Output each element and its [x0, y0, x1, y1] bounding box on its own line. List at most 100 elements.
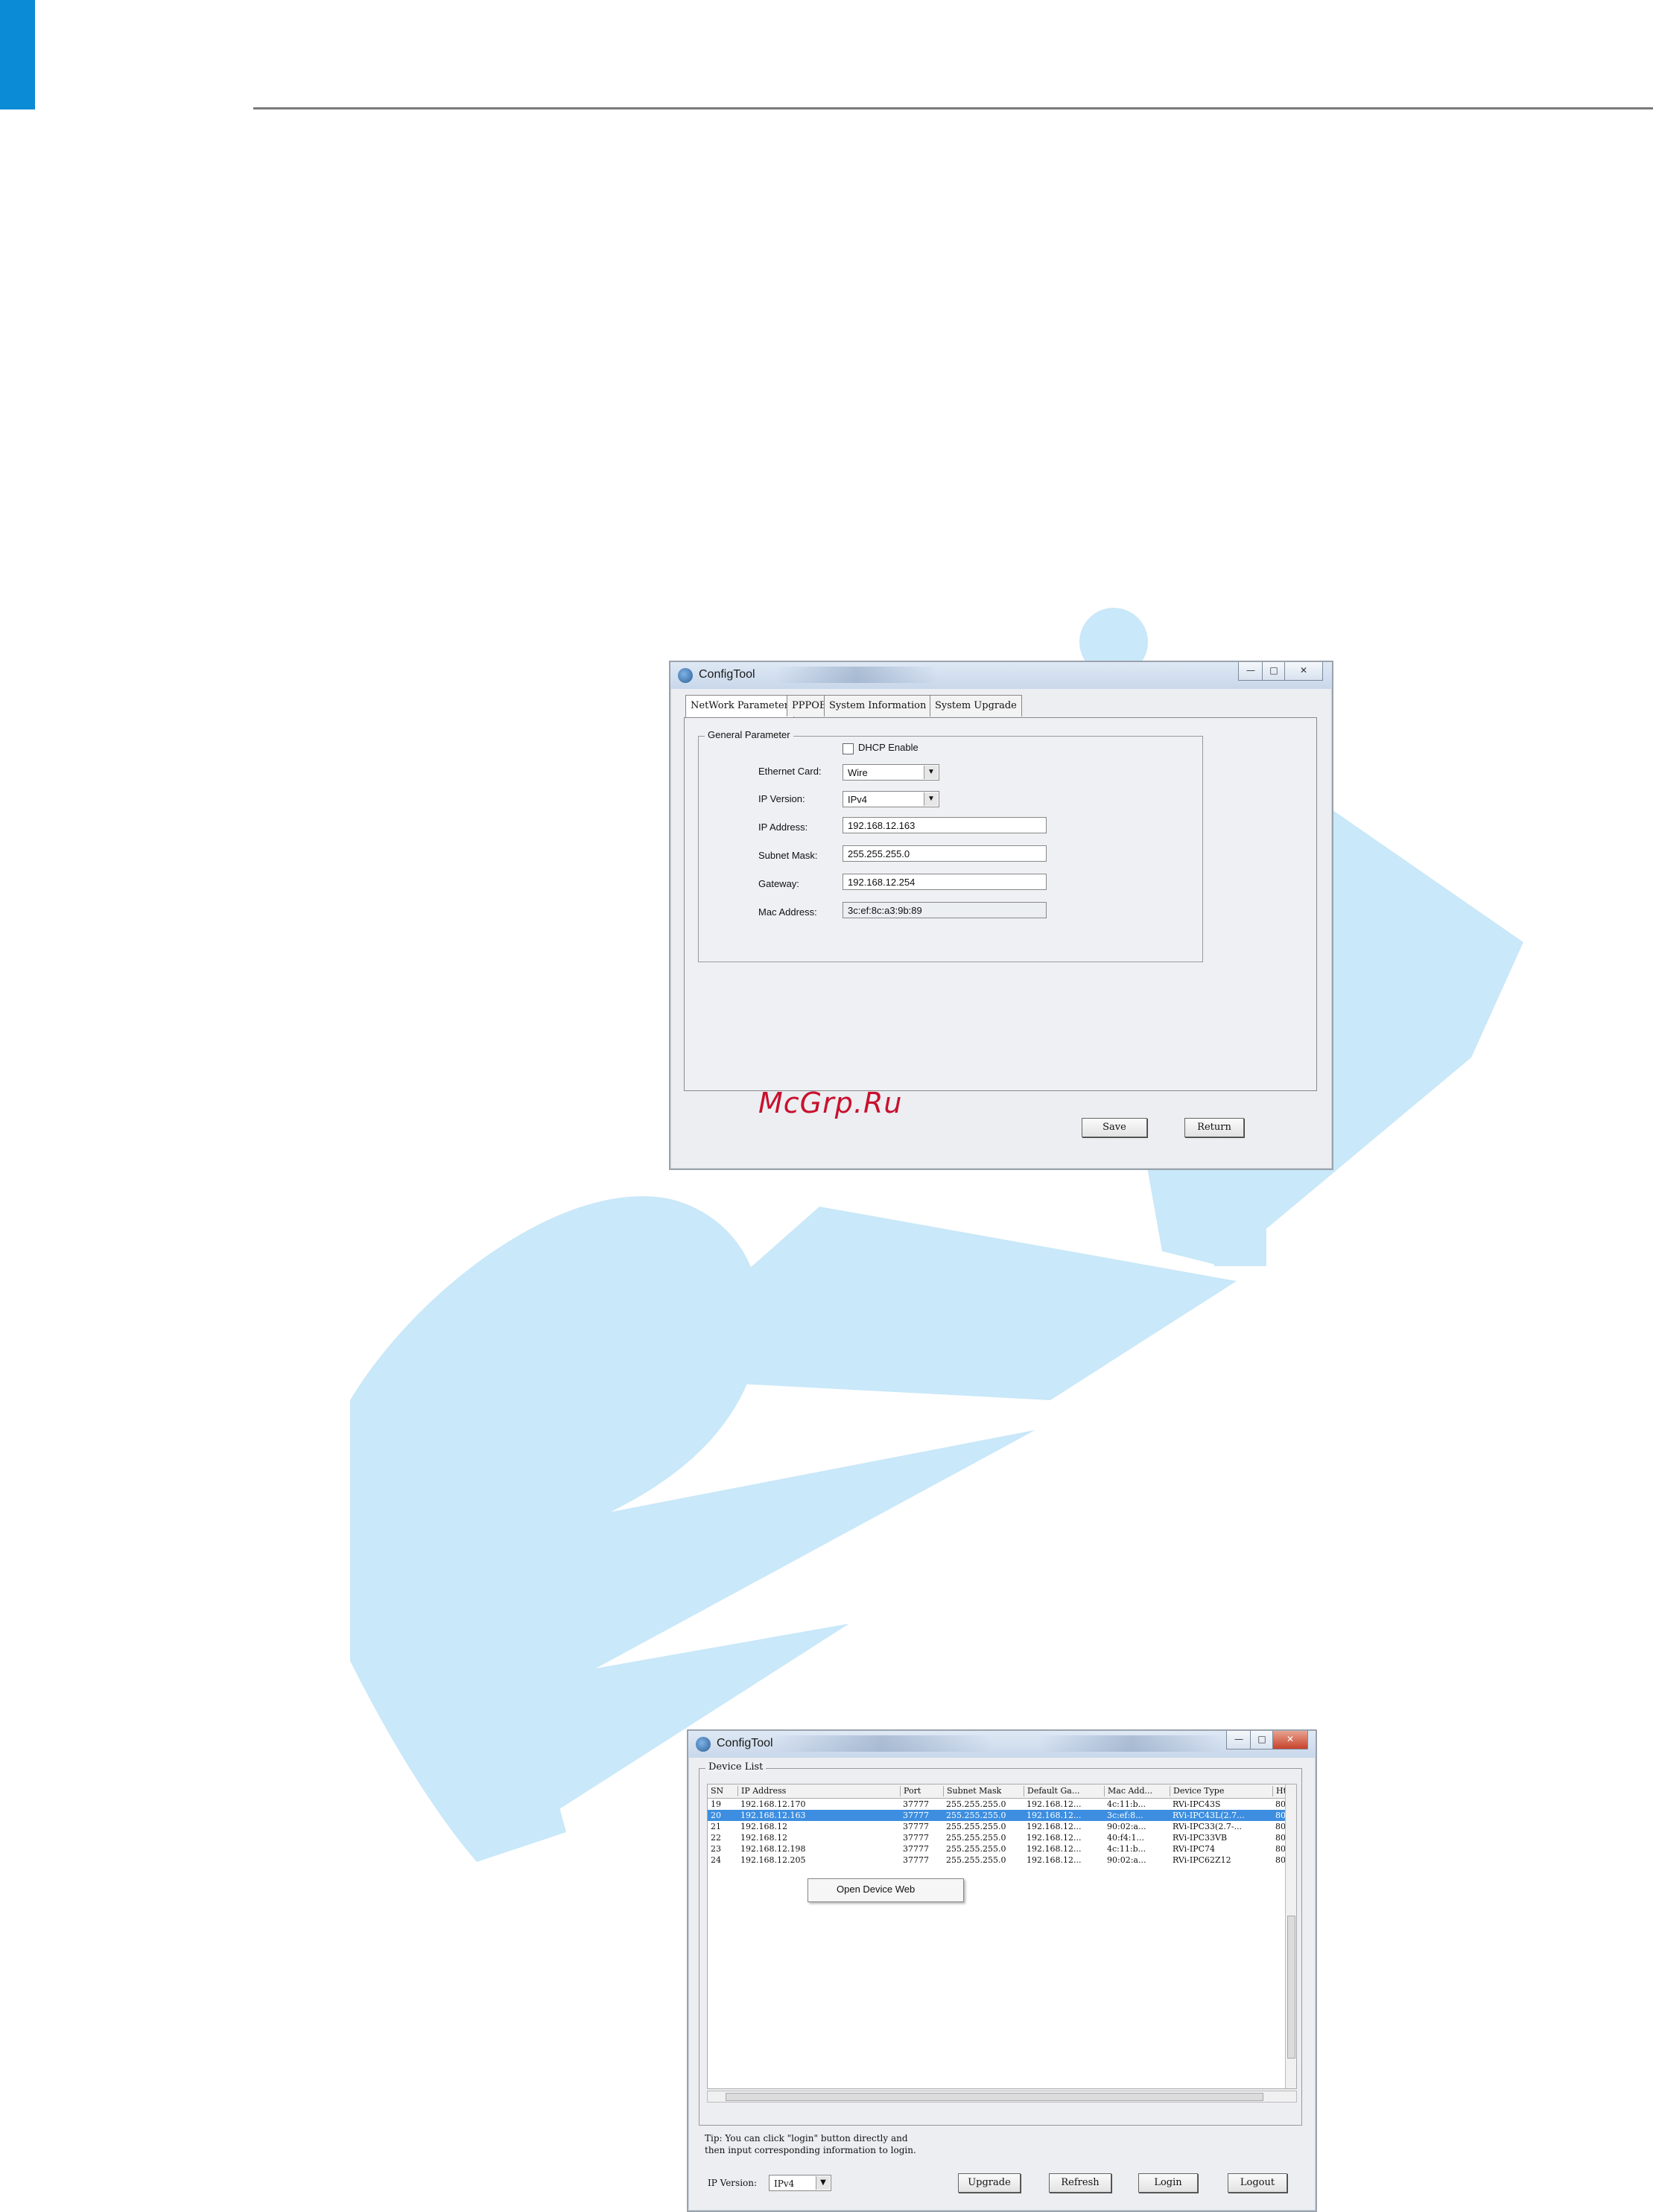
- cell-gateway: 192.168.12...: [1027, 1844, 1082, 1854]
- cell-sn: 21: [711, 1822, 721, 1831]
- minimize-icon[interactable]: —: [1238, 662, 1263, 681]
- tip-line-1: Tip: You can click "login" button direct…: [705, 2133, 908, 2143]
- table-row[interactable]: 21 192.168.12 37777 255.255.255.0 192.16…: [708, 1821, 1289, 1832]
- cell-ip: 192.168.12.205: [740, 1855, 806, 1865]
- cell-sn: 19: [711, 1799, 721, 1809]
- cell-ip: 192.168.12.163: [740, 1811, 806, 1820]
- cell-mac: 4c:11:b...: [1107, 1799, 1146, 1809]
- cell-http: 80: [1275, 1822, 1286, 1831]
- upgrade-button[interactable]: Upgrade: [958, 2173, 1021, 2193]
- config-tool-window-device-list: ConfigTool — □ ✕ Device List SN IP Addre…: [687, 1729, 1317, 2212]
- login-button[interactable]: Login: [1138, 2173, 1198, 2193]
- ethernet-card-value: Wire: [848, 767, 868, 778]
- ip-address-field[interactable]: 192.168.12.163: [843, 817, 1047, 833]
- general-parameter-group: General Parameter DHCP Enable Ethernet C…: [698, 729, 1203, 962]
- cell-subnet: 255.255.255.0: [946, 1799, 1006, 1809]
- tab-system-upgrade[interactable]: System Upgrade: [930, 695, 1022, 716]
- cell-subnet: 255.255.255.0: [946, 1833, 1006, 1843]
- minimize-icon[interactable]: —: [1226, 1731, 1251, 1749]
- cell-port: 37777: [903, 1799, 929, 1809]
- gateway-field[interactable]: 192.168.12.254: [843, 874, 1047, 890]
- cell-device-type: RVi-IPC62Z12: [1173, 1855, 1231, 1865]
- cell-http: 80: [1275, 1833, 1286, 1843]
- table-row[interactable]: 22 192.168.12 37777 255.255.255.0 192.16…: [708, 1832, 1289, 1843]
- cell-http: 80: [1275, 1799, 1286, 1809]
- tab-network-parameter[interactable]: NetWork Parameter: [685, 695, 794, 718]
- title-blur: [770, 1735, 994, 1752]
- mcgrp-watermark: McGrp.Ru: [758, 1087, 903, 1119]
- chevron-down-icon[interactable]: ▼: [816, 2176, 830, 2190]
- table-row[interactable]: 24 192.168.12.205 37777 255.255.255.0 19…: [708, 1855, 1289, 1866]
- cell-gateway: 192.168.12...: [1027, 1822, 1082, 1831]
- app-icon: [678, 668, 693, 683]
- ip-version-value: IPv4: [848, 794, 868, 805]
- cell-port: 37777: [903, 1811, 929, 1820]
- cell-ip: 192.168.12.198: [740, 1844, 806, 1854]
- tab-system-information[interactable]: System Information: [824, 695, 932, 716]
- config-tool-window-network: ConfigTool — □ ✕ NetWork Parameter PPPOE…: [669, 661, 1333, 1170]
- column-header[interactable]: Device Type: [1170, 1786, 1273, 1796]
- mac-address-label: Mac Address:: [758, 906, 817, 918]
- open-device-web-menu-item[interactable]: Open Device Web: [837, 1884, 915, 1895]
- cell-sn: 24: [711, 1855, 721, 1865]
- close-icon[interactable]: ✕: [1284, 662, 1323, 681]
- cell-port: 37777: [903, 1822, 929, 1831]
- column-header[interactable]: Default Ga...: [1024, 1786, 1105, 1796]
- dhcp-checkbox[interactable]: [843, 743, 854, 754]
- logout-button[interactable]: Logout: [1228, 2173, 1287, 2193]
- vertical-scrollbar[interactable]: [1285, 1784, 1296, 2088]
- cell-ip: 192.168.12: [740, 1833, 787, 1843]
- cell-port: 37777: [903, 1855, 929, 1865]
- chevron-down-icon[interactable]: ▼: [924, 766, 938, 779]
- table-row-selected[interactable]: 20 192.168.12.163 37777 255.255.255.0 19…: [708, 1810, 1289, 1821]
- title-blur: [1038, 1735, 1225, 1752]
- cell-device-type: RVi-IPC43L(2.7...: [1173, 1811, 1245, 1820]
- dhcp-label: DHCP Enable: [858, 742, 918, 753]
- group-title: Device List: [705, 1761, 767, 1773]
- ethernet-card-select[interactable]: Wire ▼: [843, 764, 939, 781]
- cell-http: 80: [1275, 1855, 1286, 1865]
- scroll-thumb[interactable]: [726, 2093, 1263, 2101]
- scroll-thumb[interactable]: [1287, 1916, 1295, 2059]
- return-button[interactable]: Return: [1184, 1118, 1244, 1137]
- cell-mac: 3c:ef:8...: [1107, 1811, 1143, 1820]
- ip-version-value: IPv4: [774, 2178, 795, 2189]
- network-parameter-panel: General Parameter DHCP Enable Ethernet C…: [684, 717, 1317, 1091]
- cell-ip: 192.168.12: [740, 1822, 787, 1831]
- column-header[interactable]: SN: [708, 1786, 737, 1796]
- ip-version-label: IP Version:: [758, 793, 805, 804]
- gateway-label: Gateway:: [758, 878, 799, 889]
- refresh-button[interactable]: Refresh: [1049, 2173, 1111, 2193]
- table-row[interactable]: 19 192.168.12.170 37777 255.255.255.0 19…: [708, 1799, 1289, 1810]
- cell-port: 37777: [903, 1833, 929, 1843]
- title-blur: [775, 667, 939, 683]
- column-header[interactable]: Port: [900, 1786, 944, 1796]
- close-icon[interactable]: ✕: [1272, 1731, 1308, 1749]
- save-button[interactable]: Save: [1082, 1118, 1147, 1137]
- cell-mac: 90:02:a...: [1107, 1855, 1146, 1865]
- subnet-mask-label: Subnet Mask:: [758, 850, 818, 861]
- subnet-mask-field[interactable]: 255.255.255.0: [843, 845, 1047, 862]
- chevron-down-icon[interactable]: ▼: [924, 792, 938, 806]
- cell-subnet: 255.255.255.0: [946, 1822, 1006, 1831]
- device-list-group: Device List SN IP Address Port Subnet Ma…: [699, 1761, 1302, 2126]
- app-icon: [696, 1737, 711, 1752]
- ip-version-select[interactable]: IPv4 ▼: [843, 791, 939, 807]
- page-corner-tab: [0, 0, 35, 109]
- table-row[interactable]: 23 192.168.12.198 37777 255.255.255.0 19…: [708, 1843, 1289, 1855]
- cell-device-type: RVi-IPC43S: [1173, 1799, 1221, 1809]
- horizontal-scrollbar[interactable]: [707, 2091, 1297, 2103]
- cell-sn: 22: [711, 1833, 721, 1843]
- cell-device-type: RVi-IPC33VB: [1173, 1833, 1228, 1843]
- cell-gateway: 192.168.12...: [1027, 1799, 1082, 1809]
- column-header[interactable]: Mac Add...: [1104, 1786, 1170, 1796]
- ip-address-label: IP Address:: [758, 821, 808, 833]
- context-menu: Open Device Web: [808, 1878, 964, 1902]
- cell-subnet: 255.255.255.0: [946, 1844, 1006, 1854]
- maximize-icon[interactable]: □: [1262, 662, 1286, 681]
- column-header[interactable]: Subnet Mask: [943, 1786, 1024, 1796]
- column-header[interactable]: IP Address: [737, 1786, 901, 1796]
- ip-version-select[interactable]: IPv4 ▼: [769, 2175, 831, 2191]
- cell-mac: 40:f4:1...: [1107, 1833, 1144, 1843]
- maximize-icon[interactable]: □: [1250, 1731, 1274, 1749]
